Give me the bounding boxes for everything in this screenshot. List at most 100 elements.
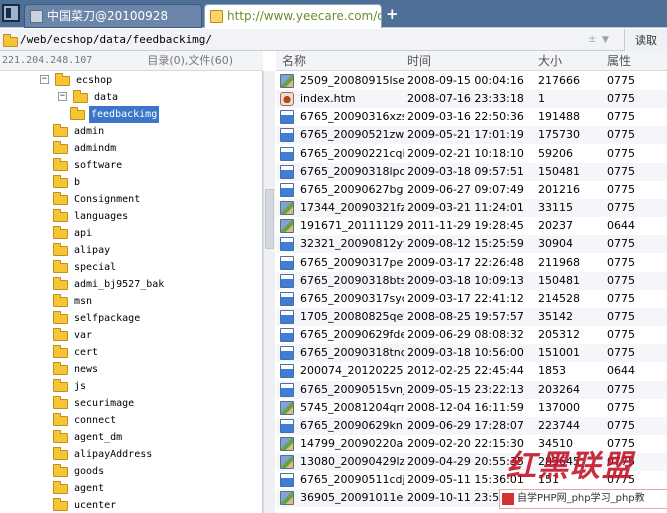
path-input[interactable] — [20, 31, 616, 49]
file-row[interactable]: 6765_20090318lpot...2009-03-18 09:57:51 1… — [276, 163, 667, 181]
file-row[interactable]: 6765_20090317syd...2009-03-17 22:41:12 21… — [276, 290, 667, 308]
word-document-icon — [280, 383, 294, 397]
file-row[interactable]: 6765_20090317pe... 2009-03-17 22:26:48 211… — [276, 254, 667, 272]
folder-icon — [53, 447, 68, 460]
file-row[interactable]: 200074_20120225... 2012-02-25 22:45:44 185… — [276, 362, 667, 380]
file-time: 2009-03-17 22:26:48 — [407, 256, 524, 269]
file-attr: 0775 — [607, 147, 635, 160]
file-row[interactable]: 2509_20080915lser...2008-09-15 00:04:16 2… — [276, 72, 667, 90]
file-attr: 0775 — [607, 274, 635, 287]
tree-item[interactable]: agent_dm — [0, 429, 263, 446]
file-name: 6765_20090515vnj... — [300, 383, 404, 396]
tab-yeecare-url[interactable]: http://www.yeecare.com/dat... — [204, 4, 382, 28]
file-attr: 0775 — [607, 310, 635, 323]
file-attr: 0775 — [607, 74, 635, 87]
tree-item[interactable]: special — [0, 259, 263, 276]
folder-icon — [53, 209, 68, 222]
tree-scrollbar[interactable] — [263, 71, 275, 513]
file-row[interactable]: 6765_20090629fde...2009-06-29 08:08:32 20… — [276, 326, 667, 344]
tree-item[interactable]: ucenter — [0, 497, 263, 513]
tree-item[interactable]: feedbackimg — [0, 106, 263, 123]
word-document-icon — [280, 256, 294, 270]
tree-item[interactable]: admin — [0, 123, 263, 140]
file-name: 6765_20090318bts... — [300, 274, 404, 287]
column-attr[interactable]: 属性 — [607, 51, 631, 71]
read-button[interactable]: 读取 — [624, 29, 667, 51]
file-name: 6765_20090511cdj... — [300, 473, 404, 486]
file-row[interactable]: 6765_20090318tncl...2009-03-18 10:56:00 1… — [276, 344, 667, 362]
tree-item[interactable]: securimage — [0, 395, 263, 412]
tree-item-label: js — [74, 381, 87, 392]
folder-icon — [73, 90, 88, 103]
file-attr: 0775 — [607, 419, 635, 432]
tree-item[interactable]: cert — [0, 344, 263, 361]
file-row[interactable]: 6765_20090629kn... 2009-06-29 17:28:07 223… — [276, 417, 667, 435]
collapse-toggle-icon[interactable]: − — [58, 92, 67, 101]
page-icon — [30, 10, 43, 23]
file-time: 2009-06-27 09:07:49 — [407, 183, 524, 196]
word-document-icon — [280, 183, 294, 197]
tree-item[interactable]: api — [0, 225, 263, 242]
file-row[interactable]: 1705_20080825qet...2008-08-25 19:57:57 35… — [276, 308, 667, 326]
word-document-icon — [280, 128, 294, 142]
file-row[interactable]: 17344_20090321fzj...2009-03-21 11:24:01 3… — [276, 199, 667, 217]
tree-item[interactable]: admindm — [0, 140, 263, 157]
dir-file-count: 目录(0),文件(60) — [147, 54, 233, 67]
tab-bar: 中国菜刀@20100928 http://www.yeecare.com/dat… — [0, 0, 667, 28]
file-time: 2009-03-18 10:56:00 — [407, 346, 524, 359]
file-row[interactable]: 6765_20090318bts...2009-03-18 10:09:13 15… — [276, 272, 667, 290]
tree-item[interactable]: goods — [0, 463, 263, 480]
tree-item[interactable]: news — [0, 361, 263, 378]
file-row[interactable]: index.htm 2008-07-16 23:33:18 1 0775 — [276, 90, 667, 108]
new-tab-button[interactable]: + — [386, 6, 399, 22]
file-time: 2008-08-25 19:57:57 — [407, 310, 524, 323]
file-row[interactable]: 191671_20111129... 2011-11-29 19:28:45 202… — [276, 217, 667, 235]
folder-icon — [210, 10, 223, 23]
tree-item[interactable]: languages — [0, 208, 263, 225]
tree-item[interactable]: js — [0, 378, 263, 395]
tree-item[interactable]: alipayAddress — [0, 446, 263, 463]
tree-item[interactable]: alipay — [0, 242, 263, 259]
tree-item[interactable]: admi_bj9527_bak — [0, 276, 263, 293]
collapse-toggle-icon[interactable]: − — [40, 75, 49, 84]
tree-item[interactable]: software — [0, 157, 263, 174]
file-size: 150481 — [538, 274, 580, 287]
tree-item[interactable]: var — [0, 327, 263, 344]
file-row[interactable]: 6765_20090627bg... 2009-06-27 09:07:49 201… — [276, 181, 667, 199]
scrollbar-thumb[interactable] — [265, 189, 274, 249]
folder-icon — [53, 226, 68, 239]
tab-caidao[interactable]: 中国菜刀@20100928 — [24, 4, 202, 28]
file-row[interactable]: 32321_20090812yy...2009-08-12 15:25:59 30… — [276, 235, 667, 253]
tree-item[interactable]: Consignment — [0, 191, 263, 208]
tree-item-label: news — [74, 364, 99, 375]
tree-item[interactable]: msn — [0, 293, 263, 310]
image-file-icon — [280, 437, 294, 451]
file-row[interactable]: 6765_20090515vnj...2009-05-15 23:22:13 20… — [276, 381, 667, 399]
tree-item[interactable]: − ecshop — [0, 72, 263, 89]
tree-item[interactable]: b — [0, 174, 263, 191]
column-time[interactable]: 时间 — [407, 51, 431, 71]
file-name: index.htm — [300, 92, 356, 105]
tree-item[interactable]: − data — [0, 89, 263, 106]
file-name: 14799_20090220a... — [300, 437, 404, 450]
watermark-banner: 自学PHP网_php学习_php教 — [499, 489, 667, 509]
folder-icon — [53, 498, 68, 511]
tree-item[interactable]: connect — [0, 412, 263, 429]
file-size: 1853 — [538, 364, 566, 377]
file-row[interactable]: 6765_20090521zw... 2009-05-21 17:01:19 175… — [276, 126, 667, 144]
dropdown-arrow-icon[interactable]: ▼ — [602, 31, 609, 49]
image-file-icon — [280, 491, 294, 505]
file-row[interactable]: 5745_20081204qrrx...2008-12-04 16:11:59 1… — [276, 399, 667, 417]
tree-item[interactable]: agent — [0, 480, 263, 497]
tree-item[interactable]: selfpackage — [0, 310, 263, 327]
word-document-icon — [280, 292, 294, 306]
column-name[interactable]: 名称 — [282, 51, 306, 71]
app-window-icon[interactable] — [2, 4, 20, 22]
tree-item-label: admindm — [74, 143, 117, 154]
column-size[interactable]: 大小 — [538, 51, 562, 71]
file-row[interactable]: 6765_20090221cqi...2009-02-21 10:18:10 59… — [276, 145, 667, 163]
file-row[interactable]: 6765_20090316xzs...2009-03-16 22:50:36 19… — [276, 108, 667, 126]
file-name: 5745_20081204qrrx... — [300, 401, 404, 414]
file-attr: 0775 — [607, 346, 635, 359]
plus-minus-icon[interactable]: ± — [588, 31, 596, 49]
